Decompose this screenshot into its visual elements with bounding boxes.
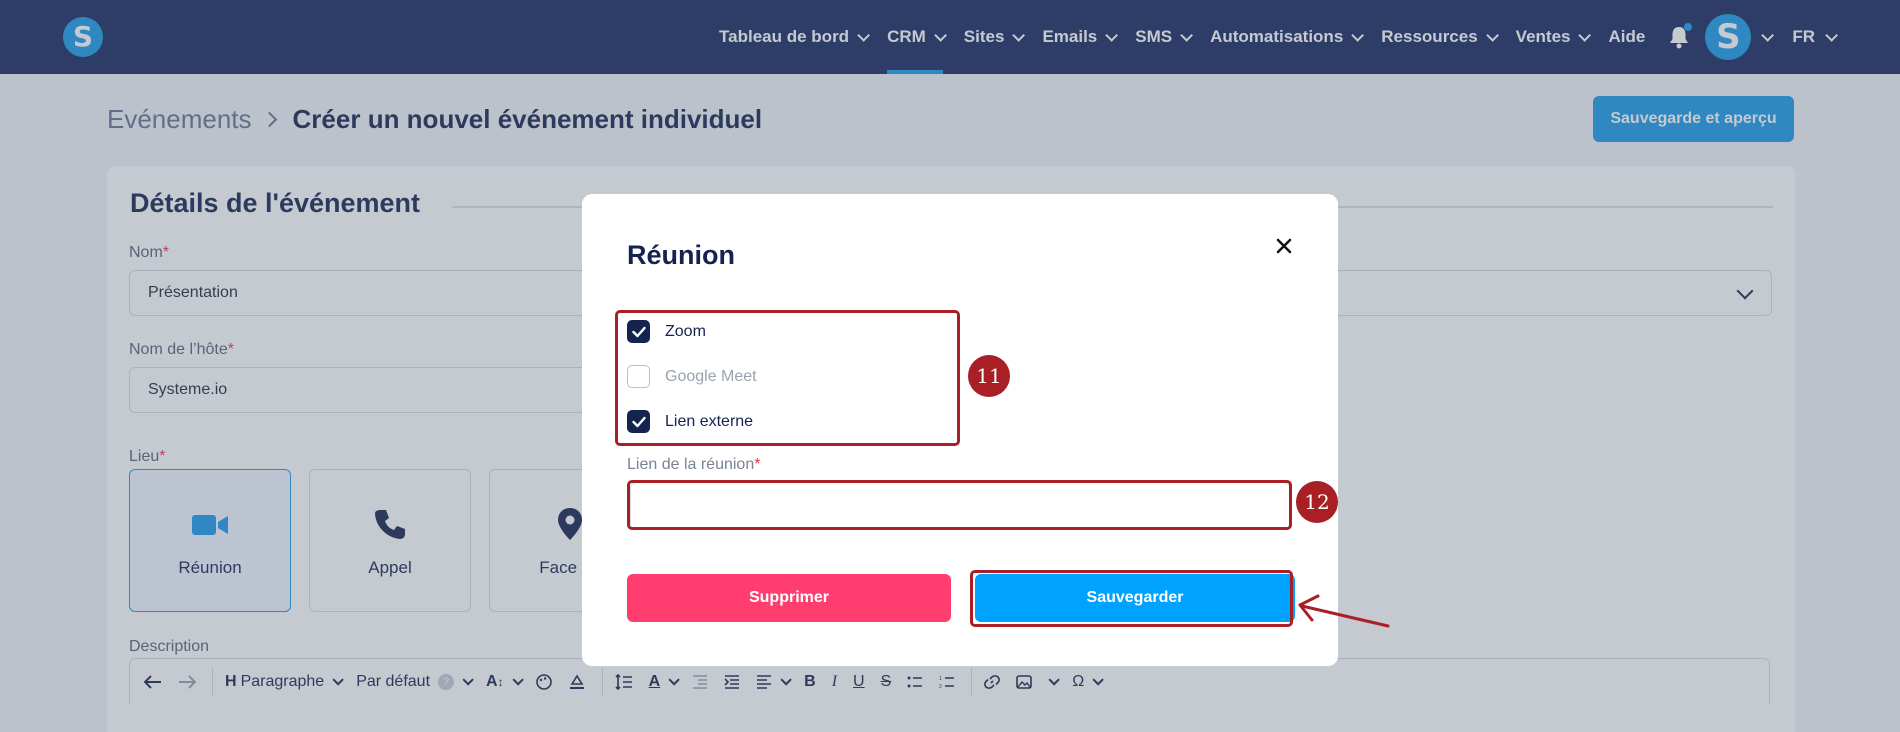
- annotation-step-11: 11: [968, 355, 1010, 397]
- annotation-highlight-options: [615, 310, 960, 446]
- annotation-highlight-link: [627, 480, 1292, 530]
- meeting-link-label-text: Lien de la réunion: [627, 456, 755, 473]
- modal-title: Réunion: [627, 240, 735, 270]
- delete-button[interactable]: Supprimer: [627, 574, 951, 622]
- close-icon[interactable]: [1273, 235, 1295, 257]
- annotation-highlight-save: [970, 570, 1293, 627]
- meeting-link-label: Lien de la réunion*: [627, 456, 761, 473]
- annotation-arrow-icon: [1298, 594, 1390, 628]
- annotation-step-12: 12: [1296, 481, 1338, 523]
